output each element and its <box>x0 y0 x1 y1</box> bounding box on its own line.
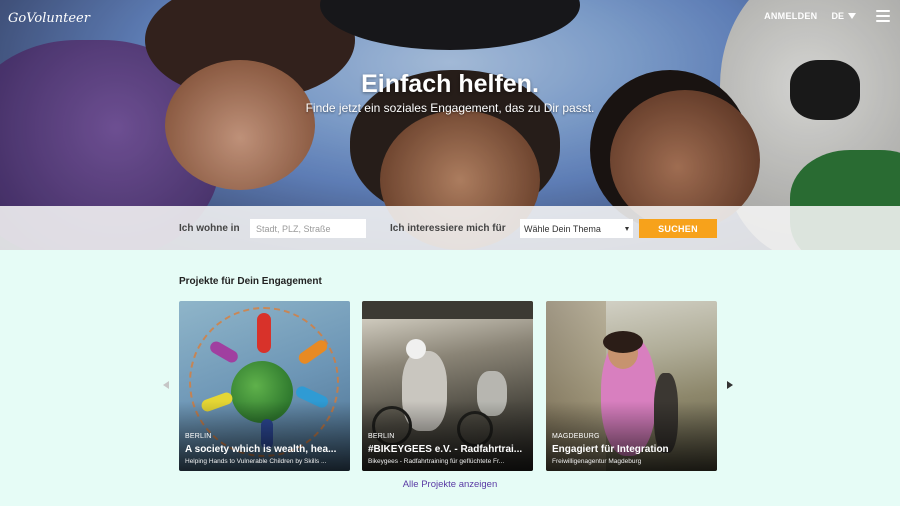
caret-down-icon <box>848 13 856 19</box>
card-title: #BIKEYGEES e.V. - Radfahrtrai... <box>368 444 523 455</box>
select-arrow-icon <box>625 226 629 231</box>
site-logo[interactable]: GoVolunteer <box>8 11 90 26</box>
project-card[interactable]: BERLIN A society which is wealth, hea...… <box>179 301 350 471</box>
card-organization: Bikeygees - Radfahrtraining für geflücht… <box>368 458 505 465</box>
search-bar: Ich wohne in Ich interessiere mich für W… <box>0 206 900 250</box>
location-input[interactable] <box>250 219 366 238</box>
hamburger-icon[interactable] <box>876 10 890 22</box>
all-projects-link[interactable]: Alle Projekte anzeigen <box>0 479 900 490</box>
card-organization: Helping Hands to Vulnerable Children by … <box>185 458 327 465</box>
card-image-shape <box>603 331 643 353</box>
carousel-next-icon[interactable] <box>727 381 733 389</box>
interest-label: Ich interessiere mich für <box>390 223 506 234</box>
search-button[interactable]: SUCHEN <box>639 219 717 238</box>
card-image-shape <box>362 301 533 319</box>
login-link[interactable]: ANMELDEN <box>764 11 817 21</box>
language-label: DE <box>831 11 844 21</box>
hero-title: Einfach helfen. <box>361 70 539 98</box>
hero-subtitle: Finde jetzt ein soziales Engagement, das… <box>305 101 595 115</box>
card-city: BERLIN <box>185 433 212 440</box>
logo-text: GoVolunteer <box>8 11 90 26</box>
card-image-shape <box>257 313 271 353</box>
topic-select[interactable]: Wähle Dein Thema <box>520 219 633 238</box>
card-organization: Freiwilligenagentur Magdeburg <box>552 458 642 465</box>
card-image-shape <box>406 339 426 359</box>
project-card[interactable]: MAGDEBURG Engagiert für Integration Frei… <box>546 301 717 471</box>
carousel-prev-icon[interactable] <box>163 381 169 389</box>
card-city: BERLIN <box>368 433 395 440</box>
top-navigation: ANMELDEN DE <box>764 10 890 22</box>
card-city: MAGDEBURG <box>552 433 600 440</box>
topic-select-value: Wähle Dein Thema <box>524 223 601 234</box>
language-selector[interactable]: DE <box>831 11 856 21</box>
card-title: Engagiert für Integration <box>552 444 669 455</box>
projects-section-title: Projekte für Dein Engagement <box>179 276 322 287</box>
location-label: Ich wohne in <box>179 223 240 234</box>
project-card[interactable]: BERLIN #BIKEYGEES e.V. - Radfahrtrai... … <box>362 301 533 471</box>
card-title: A society which is wealth, hea... <box>185 444 337 455</box>
